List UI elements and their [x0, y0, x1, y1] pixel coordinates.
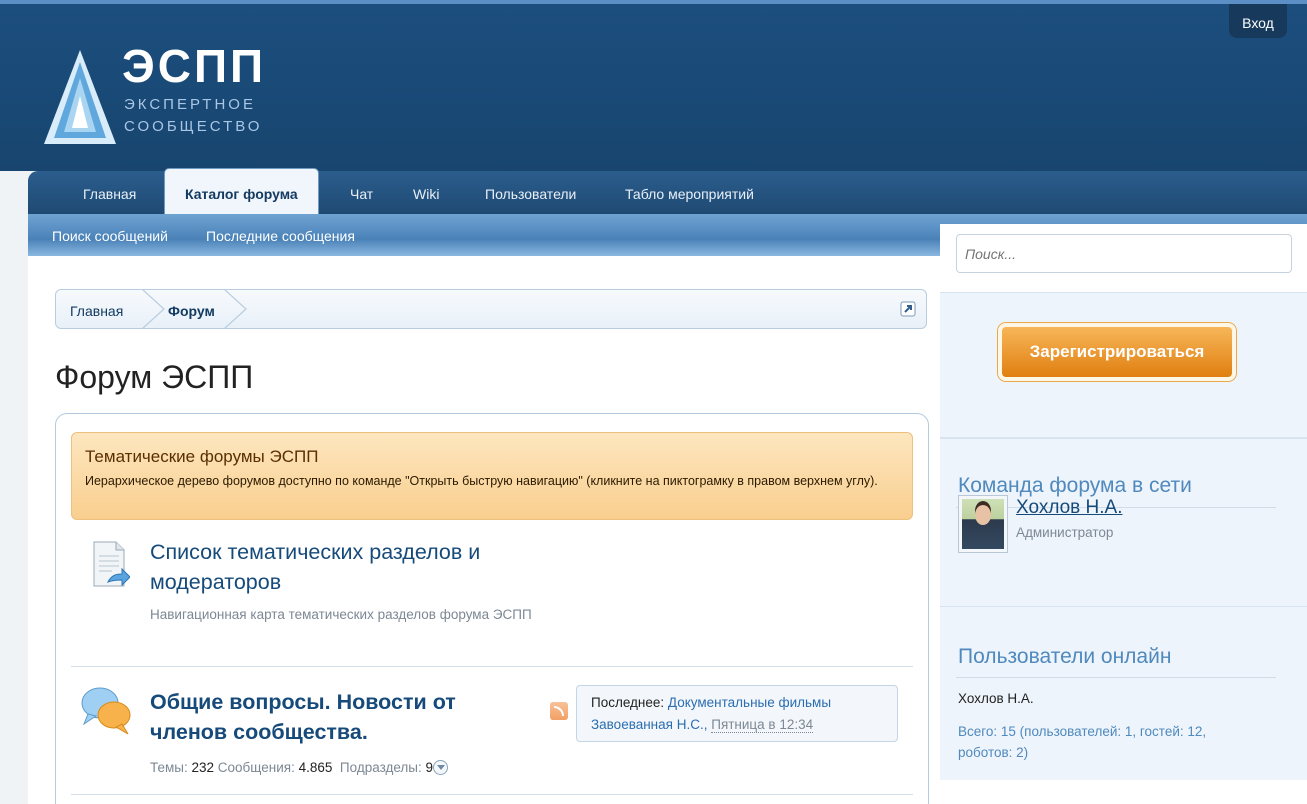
row-divider: [71, 666, 913, 667]
avatar-photo: [962, 499, 1004, 549]
sidebar: Зарегистрироваться Команда форума в сети…: [940, 224, 1307, 804]
subforums-count: 9: [425, 760, 434, 775]
category-header: Тематические форумы ЭСПП Иерархическое д…: [71, 432, 913, 520]
logo-brand-text: ЭСПП: [122, 40, 267, 92]
forum-category-block: Тематические форумы ЭСПП Иерархическое д…: [55, 413, 929, 804]
avatar[interactable]: [958, 495, 1008, 553]
users-online-panel: Пользователи онлайн Хохлов Н.А. Всего: 1…: [940, 606, 1307, 780]
last-post-label: Последнее:: [591, 695, 665, 710]
search-input[interactable]: [956, 234, 1292, 273]
online-user-link[interactable]: Хохлов Н.А.: [958, 691, 1034, 706]
main-content: Главная Форум Форум ЭСПП Тематические фо…: [28, 256, 940, 804]
rss-feed-icon[interactable]: [550, 702, 568, 720]
tab-home[interactable]: Главная: [83, 171, 136, 214]
breadcrumb-separator-icon: [223, 289, 247, 329]
threads-label: Темы:: [150, 760, 188, 775]
panel-divider: [956, 677, 1276, 678]
main-nav: Главная Каталог форума Чат Wiki Пользова…: [28, 168, 1307, 214]
breadcrumb: Главная Форум: [55, 289, 927, 329]
sub-link-search-messages[interactable]: Поиск сообщений: [52, 228, 168, 244]
node-title-link[interactable]: Список тематических разделов и модератор…: [150, 537, 530, 597]
breadcrumb-separator-icon: [141, 289, 165, 329]
node-stats: Темы: 232 Сообщения: 4.865 Подразделы: 9: [150, 760, 449, 775]
site-logo[interactable]: ЭСПП ЭКСПЕРТНОЕ СООБЩЕСТВО: [42, 40, 282, 150]
node-title-link[interactable]: Общие вопросы. Новости от членов сообщес…: [150, 687, 470, 747]
messages-label: Сообщения:: [217, 760, 295, 775]
panel-title: Пользователи онлайн: [958, 645, 1172, 668]
logo-tagline: ЭКСПЕРТНОЕ: [124, 96, 256, 113]
tab-users[interactable]: Пользователи: [485, 171, 576, 214]
link-forum-document-icon: [93, 541, 130, 587]
quick-navigation-icon[interactable]: [900, 301, 916, 317]
site-header: ЭСПП ЭКСПЕРТНОЕ СООБЩЕСТВО Вход: [0, 4, 1307, 171]
last-post-box: Последнее: Документальные фильмы Завоева…: [576, 685, 898, 742]
tab-wiki[interactable]: Wiki: [413, 171, 439, 214]
last-thread-link[interactable]: Документальные фильмы: [668, 695, 831, 710]
breadcrumb-item-home[interactable]: Главная: [70, 303, 123, 319]
login-button[interactable]: Вход: [1229, 4, 1287, 38]
row-divider: [71, 794, 913, 795]
tab-events-board[interactable]: Табло мероприятий: [625, 171, 754, 214]
tab-forum-catalog[interactable]: Каталог форума: [164, 168, 319, 214]
sub-link-recent-messages[interactable]: Последние сообщения: [206, 228, 355, 244]
logo-mountain-icon: [44, 50, 116, 144]
category-title[interactable]: Тематические форумы ЭСПП: [85, 447, 318, 467]
forum-chat-bubbles-icon: [81, 687, 131, 735]
last-post-time[interactable]: Пятница в 12:34: [711, 717, 814, 733]
staff-member-role: Администратор: [1016, 525, 1114, 540]
breadcrumb-item-forum[interactable]: Форум: [168, 303, 215, 319]
category-description: Иерархическое дерево форумов доступно по…: [85, 474, 878, 488]
tab-chat[interactable]: Чат: [350, 171, 373, 214]
subforums-dropdown-icon[interactable]: [433, 760, 449, 775]
logo-tagline: СООБЩЕСТВО: [124, 118, 263, 135]
register-area: Зарегистрироваться: [940, 292, 1307, 438]
staff-online-panel: Команда форума в сети Хохлов Н.А. Админи…: [940, 438, 1307, 606]
staff-member-link[interactable]: Хохлов Н.А.: [1016, 497, 1123, 519]
last-author-link[interactable]: Завоеванная Н.С.,: [591, 717, 707, 732]
register-button[interactable]: Зарегистрироваться: [998, 323, 1236, 381]
online-summary: Всего: 15 (пользователей: 1, гостей: 12,…: [958, 724, 1207, 760]
messages-count: 4.865: [298, 760, 333, 775]
node-description: Навигационная карта тематических раздело…: [150, 607, 532, 622]
threads-count: 232: [191, 760, 215, 775]
subforums-label: Подразделы:: [339, 760, 422, 775]
page-title: Форум ЭСПП: [55, 359, 254, 395]
